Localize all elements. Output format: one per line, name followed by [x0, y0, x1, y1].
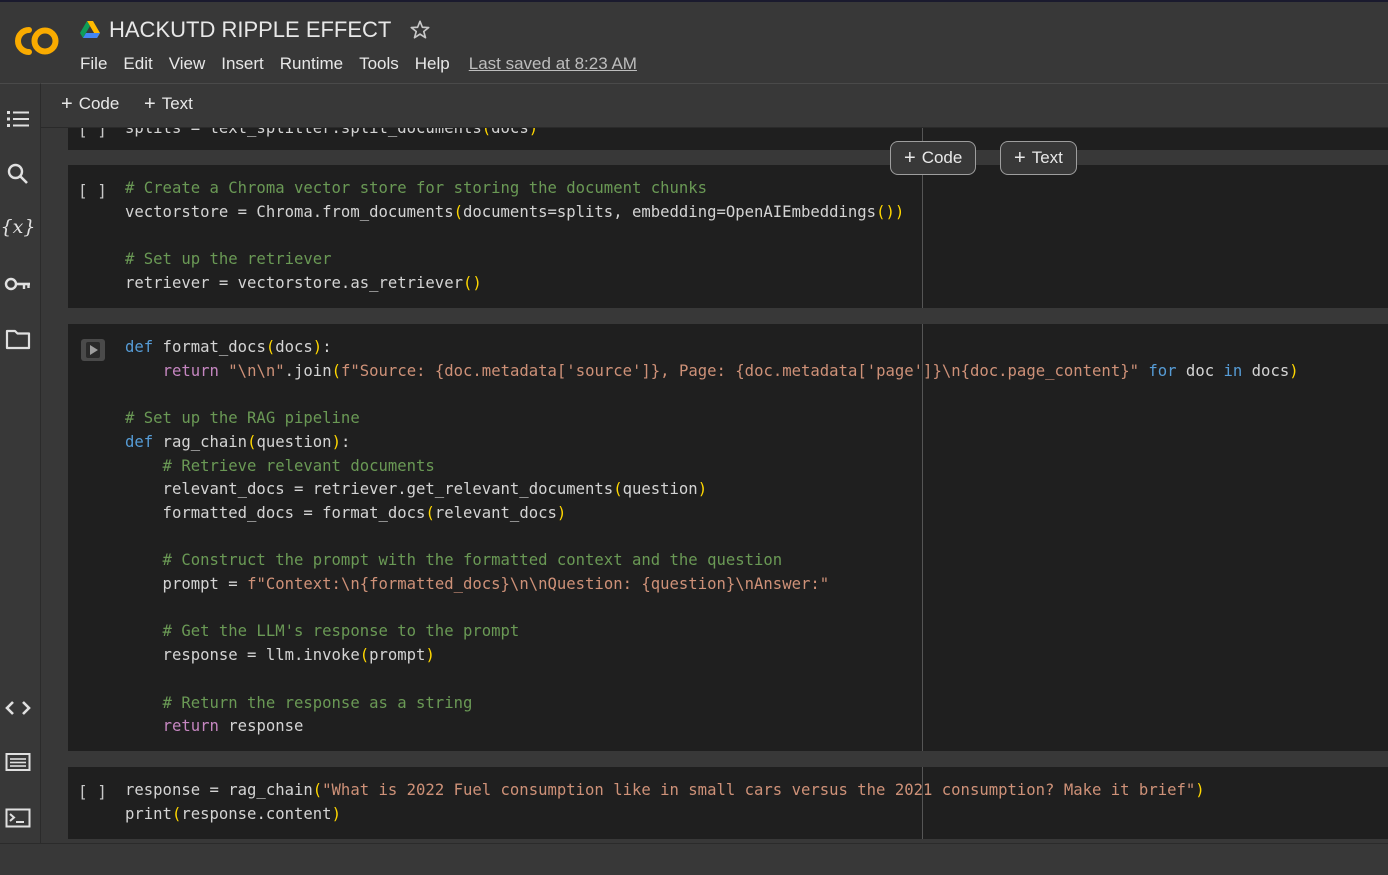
add-text-label: Text	[161, 94, 193, 113]
run-status-bracket[interactable]: [ ]	[78, 181, 107, 200]
code-cell[interactable]: [ ] # Create a Chroma vector store for s…	[68, 165, 1388, 308]
code-editor[interactable]: response = rag_chain("What is 2022 Fuel …	[125, 779, 1205, 826]
code-line: response = llm.invoke(prompt)	[125, 646, 435, 665]
menu-view[interactable]: View	[169, 54, 206, 74]
left-sidebar: {𝑥}	[0, 83, 41, 843]
menu-insert[interactable]: Insert	[221, 54, 264, 74]
plus-icon: +	[904, 147, 916, 169]
star-icon[interactable]	[409, 19, 431, 41]
last-saved-link[interactable]: Last saved at 8:23 AM	[469, 54, 637, 74]
code-line: # Return the response as a string	[125, 693, 473, 712]
google-drive-icon[interactable]	[80, 21, 100, 39]
code-editor[interactable]: # Create a Chroma vector store for stori…	[125, 177, 904, 296]
menu-file[interactable]: File	[80, 54, 107, 74]
notebook-toolbar: + Code + Text	[41, 83, 1388, 128]
code-editor[interactable]: splits = text_splitter.split_documents(d…	[125, 128, 538, 141]
notebook-title[interactable]: HACKUTD RIPPLE EFFECT	[109, 17, 391, 43]
code-line: # Set up the retriever	[125, 250, 332, 269]
add-code-button[interactable]: + Code	[61, 94, 119, 114]
secrets-key-icon[interactable]	[4, 270, 32, 298]
status-bar	[0, 843, 1388, 875]
code-line: def format_docs(docs):	[125, 338, 332, 356]
run-cell-button[interactable]	[81, 339, 105, 361]
code-snippets-icon[interactable]	[4, 694, 32, 722]
command-palette-icon[interactable]	[4, 748, 32, 776]
menu-edit[interactable]: Edit	[123, 54, 152, 74]
code-line: print(response.content)	[125, 804, 341, 823]
code-line: # Create a Chroma vector store for stori…	[125, 179, 708, 197]
add-code-label: Code	[78, 94, 120, 113]
code-line: response = rag_chain("What is 2022 Fuel …	[125, 781, 1205, 799]
code-line: # Set up the RAG pipeline	[125, 409, 360, 428]
table-of-contents-icon[interactable]	[4, 105, 32, 133]
code-line: return "\n\n".join(f"Source: {doc.metada…	[162, 361, 1299, 380]
add-code-label: Code	[921, 148, 963, 167]
code-line: # Retrieve relevant documents	[125, 456, 435, 475]
menu-runtime[interactable]: Runtime	[280, 54, 343, 74]
plus-icon: +	[61, 93, 73, 115]
code-line: retriever = vectorstore.as_retriever()	[125, 273, 482, 292]
code-line: splits = text_splitter.split_documents(d…	[125, 128, 539, 137]
code-line: # Construct the prompt with the formatte…	[125, 551, 783, 570]
code-line: # Get the LLM's response to the prompt	[125, 622, 520, 641]
add-text-label: Text	[1031, 148, 1063, 167]
code-line: def rag_chain(question):	[125, 432, 351, 451]
code-cell[interactable]: [ ] splits = text_splitter.split_documen…	[68, 128, 1388, 150]
add-text-button[interactable]: + Text	[144, 94, 193, 114]
menu-bar: File Edit View Insert Runtime Tools Help…	[80, 54, 637, 74]
menu-tools[interactable]: Tools	[359, 54, 399, 74]
run-status-bracket[interactable]: [ ]	[78, 782, 107, 801]
code-line: formatted_docs = format_docs(relevant_do…	[125, 503, 567, 522]
run-status-bracket[interactable]: [ ]	[78, 128, 107, 139]
plus-icon: +	[144, 93, 156, 115]
search-icon[interactable]	[4, 160, 32, 188]
title-row: HACKUTD RIPPLE EFFECT	[80, 16, 431, 44]
code-line: vectorstore = Chroma.from_documents(docu…	[125, 202, 905, 221]
code-editor[interactable]: def format_docs(docs): return "\n\n".joi…	[125, 336, 1299, 739]
code-line: return response	[162, 717, 304, 736]
colab-logo[interactable]	[9, 24, 63, 58]
add-text-cell-button[interactable]: + Text	[1000, 141, 1077, 175]
code-cell[interactable]: [ ] response = rag_chain("What is 2022 F…	[68, 767, 1388, 839]
notebook-area: [ ] splits = text_splitter.split_documen…	[41, 128, 1388, 843]
line-length-ruler	[922, 165, 923, 308]
code-line: prompt = f"Context:\n{formatted_docs}\n\…	[125, 575, 830, 594]
add-code-cell-button[interactable]: + Code	[890, 141, 977, 175]
variables-icon[interactable]: {𝑥}	[1, 213, 36, 241]
plus-icon: +	[1014, 147, 1026, 169]
files-folder-icon[interactable]	[4, 325, 32, 353]
code-cell[interactable]: def format_docs(docs): return "\n\n".joi…	[68, 324, 1388, 751]
code-line: relevant_docs = retriever.get_relevant_d…	[125, 480, 708, 499]
menu-help[interactable]: Help	[415, 54, 450, 74]
header-bar: HACKUTD RIPPLE EFFECT File Edit View Ins…	[0, 0, 1388, 83]
terminal-icon[interactable]	[4, 804, 32, 832]
